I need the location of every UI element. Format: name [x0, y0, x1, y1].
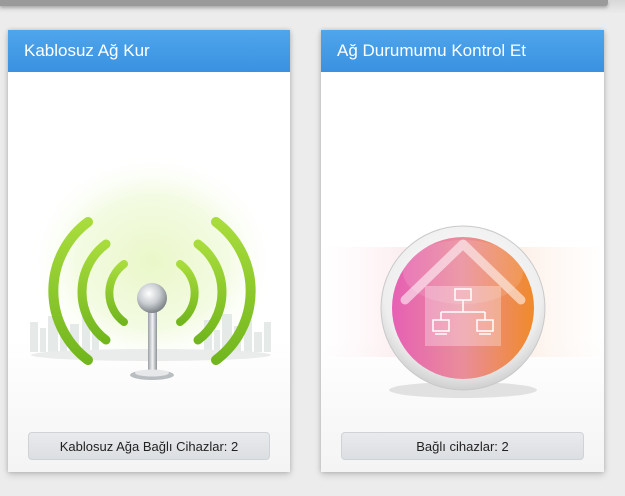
wireless-antenna-icon	[27, 152, 277, 380]
network-status-title: Ağ Durumumu Kontrol Et	[321, 30, 604, 72]
wireless-art[interactable]	[8, 72, 290, 432]
connected-devices-button[interactable]: Bağlı cihazlar: 2	[341, 432, 584, 460]
network-status-card[interactable]: Ağ Durumumu Kontrol Et Bağlı cihazlar: 2	[321, 30, 604, 472]
wireless-devices-button[interactable]: Kablosuz Ağa Bağlı Cihazlar: 2	[28, 432, 270, 460]
network-art[interactable]	[321, 72, 604, 432]
home-network-icon	[321, 225, 604, 398]
wireless-setup-card[interactable]: Kablosuz Ağ Kur Kablosuz Ağa Bağlı Cihaz…	[8, 30, 290, 472]
top-bar	[0, 0, 608, 6]
wireless-setup-title: Kablosuz Ağ Kur	[8, 30, 290, 72]
